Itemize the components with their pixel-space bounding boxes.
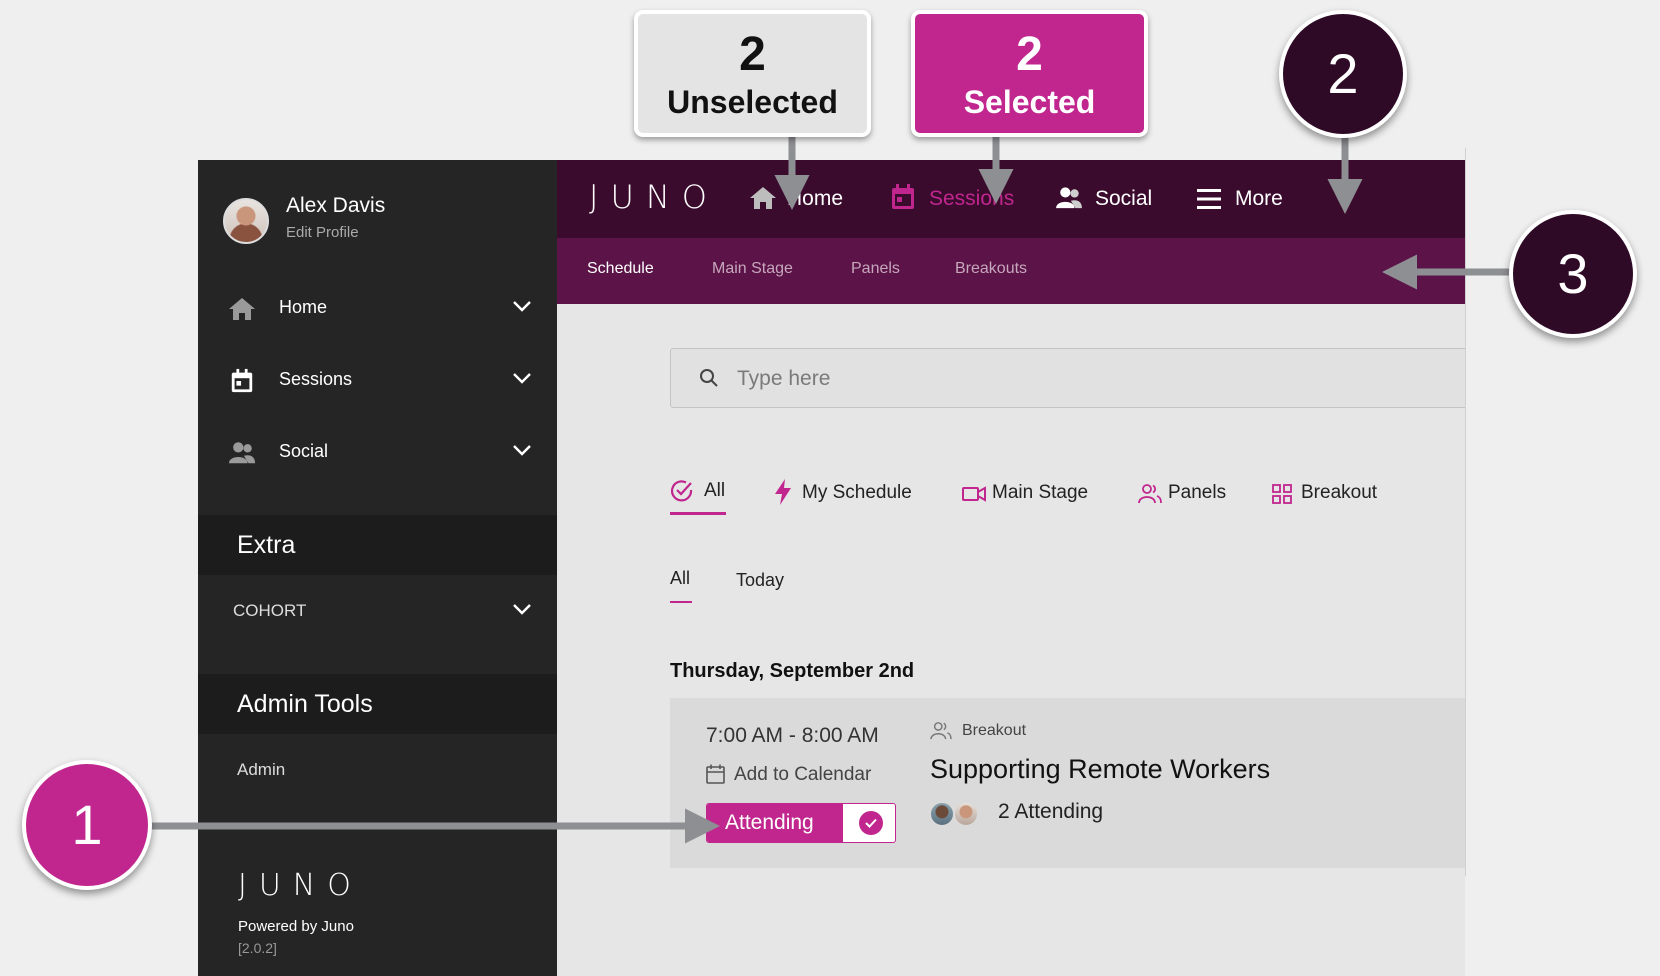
callout-selected: 2 Selected (911, 10, 1148, 137)
callout-circle-subnav: 3 (1509, 210, 1637, 338)
callout-circle-nav: 2 (1279, 10, 1407, 138)
annotation-arrows (150, 132, 1512, 844)
callout-circle-attend: 1 (22, 760, 152, 890)
callout-unselected: 2 Unselected (634, 10, 871, 137)
